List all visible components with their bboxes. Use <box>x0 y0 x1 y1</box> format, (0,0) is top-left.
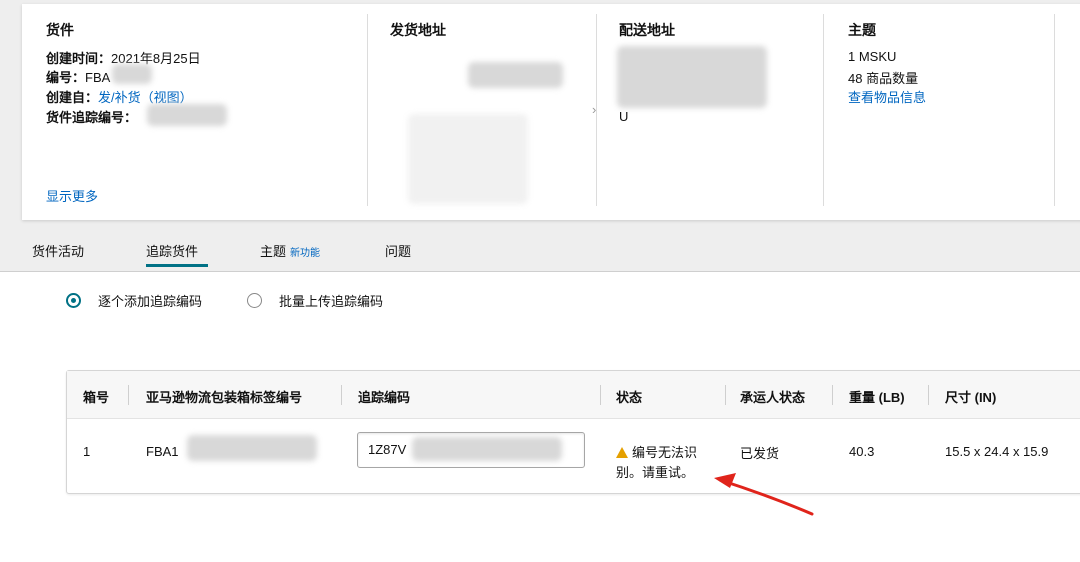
redacted-ship-from-detail <box>408 114 528 204</box>
warning-icon <box>616 447 628 458</box>
created-label: 创建时间： <box>46 51 112 66</box>
tab-contents[interactable]: 主题 新功能 <box>260 241 320 260</box>
redacted-ship-to-address <box>617 46 767 108</box>
msku-count: 1 MSKU <box>848 49 897 64</box>
ship-to-partial-text: U <box>619 109 629 124</box>
new-feature-badge: 新功能 <box>290 248 321 259</box>
header-separator <box>725 385 726 405</box>
shipment-summary-card: 货件 创建时间：2021年8月25日 编号：FBA 创建自：发/补货（视图） 货… <box>22 4 1080 220</box>
carrier-status: 已发货 <box>740 446 780 461</box>
created-from-label: 创建自： <box>46 90 99 105</box>
header-separator <box>600 385 601 405</box>
show-more-link[interactable]: 显示更多 <box>46 186 98 205</box>
column-header-label-id: 亚马逊物流包装箱标签编号 <box>146 390 303 405</box>
tab-problems[interactable]: 问题 <box>385 241 411 260</box>
column-header-tracking-code: 追踪编码 <box>358 390 411 405</box>
red-arrow-annotation <box>714 473 814 516</box>
box-number: 1 <box>83 444 91 459</box>
radio-checked-icon[interactable] <box>66 292 81 308</box>
box-weight: 40.3 <box>849 444 875 459</box>
tabs-divider <box>0 271 1080 272</box>
tracking-table: 箱号 亚马逊物流包装箱标签编号 追踪编码 状态 承运人状态 重量 (LB) 尺寸… <box>66 370 1080 494</box>
shipment-title: 货件 <box>46 22 74 38</box>
redacted-shipment-id <box>112 64 152 84</box>
contents-column: 主题 1 MSKU 48 商品数量 查看物品信息 <box>824 4 1054 220</box>
column-header-status: 状态 <box>616 390 643 405</box>
view-link[interactable]: （视图） <box>141 90 193 105</box>
tracking-id-label: 货件追踪编号： <box>46 110 138 125</box>
box-dimensions: 15.5 x 24.4 x 15.9 <box>945 444 1049 459</box>
shipment-tabs: 货件活动 追踪货件 主题 新功能 问题 <box>0 224 1080 272</box>
ship-to-title: 配送地址 <box>619 22 675 38</box>
radio-unchecked-icon[interactable] <box>247 292 262 308</box>
shipment-id-label: 编号： <box>46 70 86 85</box>
column-header-weight: 重量 (LB) <box>849 390 905 405</box>
shipment-column: 货件 创建时间：2021年8月25日 编号：FBA 创建自：发/补货（视图） 货… <box>22 4 367 220</box>
header-separator <box>341 385 342 405</box>
shipment-id: FBA <box>85 70 111 85</box>
header-separator <box>832 385 833 405</box>
tab-contents-label: 主题 <box>260 244 287 259</box>
header-separator <box>928 385 929 405</box>
column-header-box-number: 箱号 <box>83 390 110 405</box>
column-header-dimensions: 尺寸 (IN) <box>945 390 997 405</box>
radio-add-individually[interactable]: 逐个添加追踪编码 <box>66 290 202 310</box>
tab-track-shipment[interactable]: 追踪货件 <box>146 241 198 260</box>
tracking-code-value: 1Z87V <box>368 442 407 457</box>
redacted-tracking-code <box>412 437 562 461</box>
table-header: 箱号 亚马逊物流包装箱标签编号 追踪编码 状态 承运人状态 重量 (LB) 尺寸… <box>67 371 1080 419</box>
radio-bulk-upload[interactable]: 批量上传追踪编码 <box>247 290 383 310</box>
ship-from-column: 发货地址 <box>368 4 596 220</box>
shipment-id-line: 编号：FBA <box>46 67 110 86</box>
status-message: 编号无法识别。请重试。 <box>616 445 698 480</box>
view-items-link[interactable]: 查看物品信息 <box>848 87 926 106</box>
created-from-link[interactable]: 发/补货 <box>98 90 141 105</box>
ship-to-column: 配送地址 U <box>597 4 823 220</box>
chevron-right-icon: › <box>592 102 597 117</box>
box-label-id: FBA1 <box>146 444 179 459</box>
column-divider <box>1054 14 1055 206</box>
arrow-head <box>714 473 736 488</box>
tracking-id-line: 货件追踪编号： <box>46 107 137 126</box>
tab-shipment-events[interactable]: 货件活动 <box>32 241 84 260</box>
unit-count: 48 商品数量 <box>848 71 919 86</box>
ship-from-title: 发货地址 <box>390 22 446 38</box>
redacted-tracking-id <box>147 104 227 126</box>
radio-label-bulk: 批量上传追踪编码 <box>279 293 384 309</box>
column-header-carrier-status: 承运人状态 <box>740 390 806 405</box>
arrow-shaft <box>718 478 814 516</box>
radio-label-individual: 逐个添加追踪编码 <box>98 293 203 309</box>
redacted-ship-from-address <box>468 62 563 88</box>
contents-title: 主题 <box>848 22 876 38</box>
active-tab-indicator <box>146 264 208 267</box>
redacted-label-id <box>187 435 317 461</box>
header-separator <box>128 385 129 405</box>
